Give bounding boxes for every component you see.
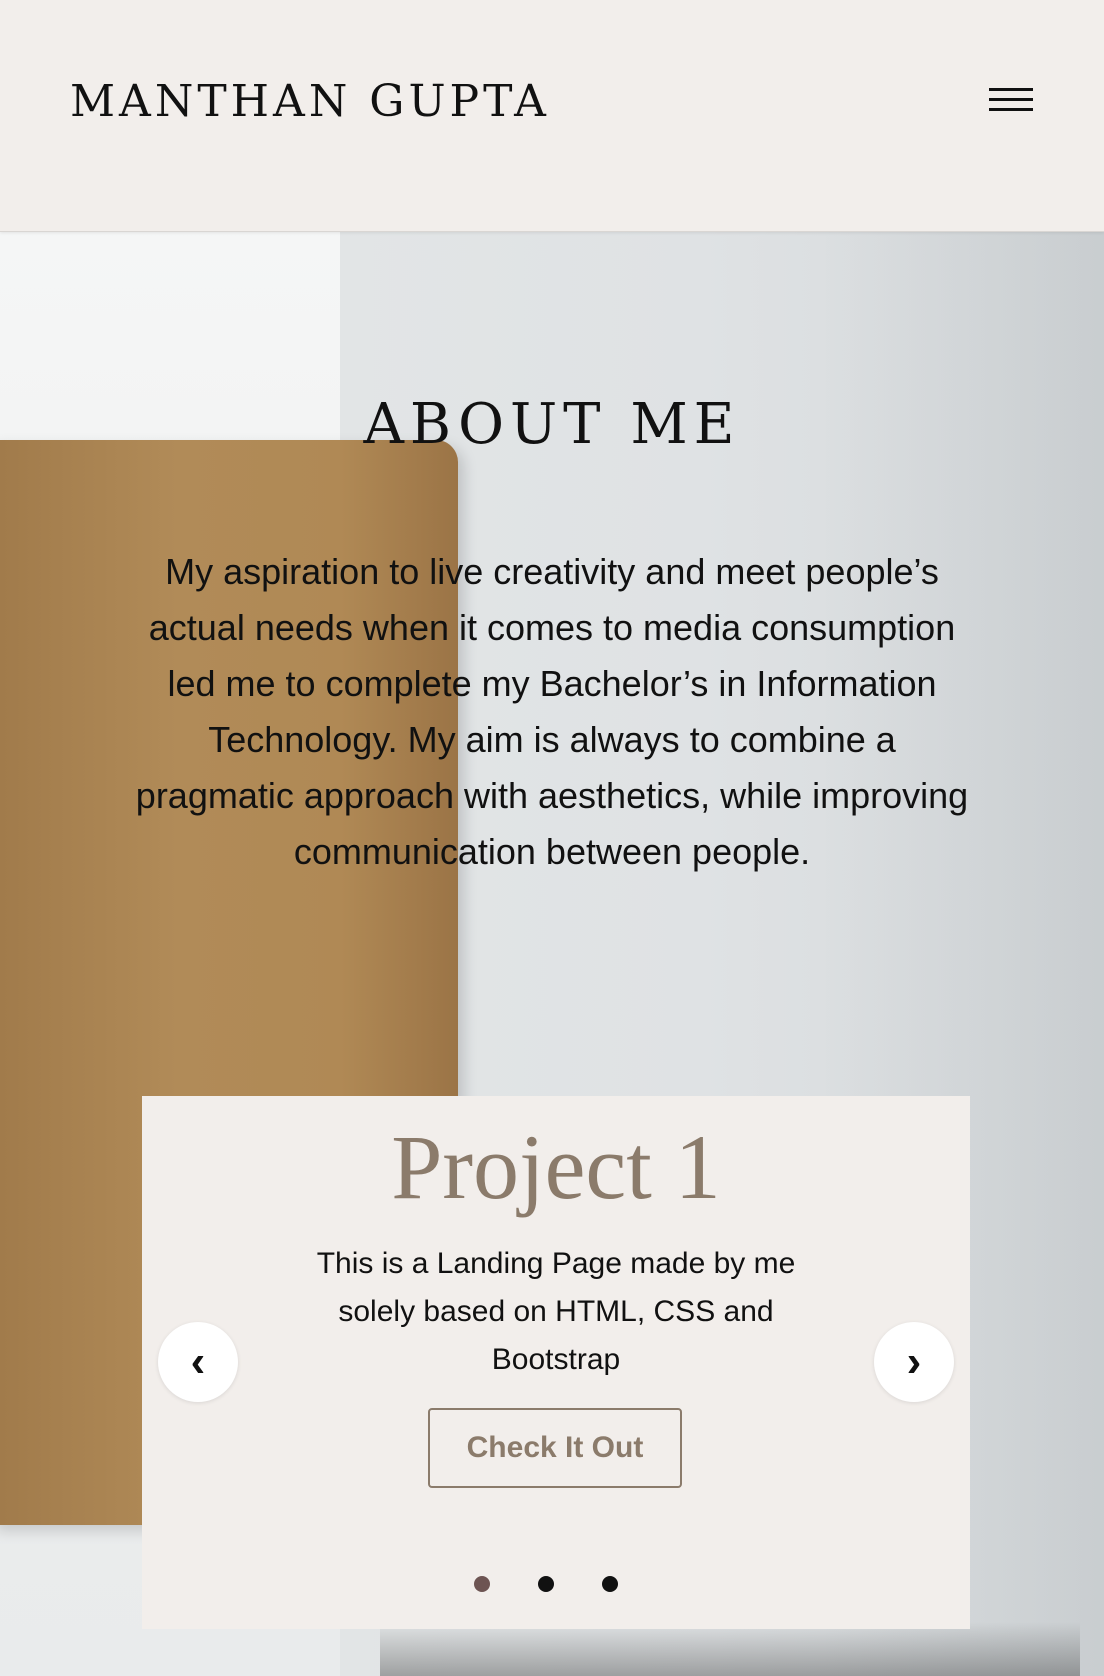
project-description: This is a Landing Page made by me solely…	[316, 1247, 796, 1376]
chevron-right-icon: ›	[906, 1337, 922, 1386]
project-title: Project 1	[391, 1116, 721, 1218]
carousel-prev-button[interactable]: ‹	[158, 1322, 238, 1402]
about-title: ABOUT ME	[363, 392, 741, 457]
hamburger-icon[interactable]	[986, 84, 1036, 116]
project-carousel: Project 1 This is a Landing Page made by…	[142, 1096, 970, 1629]
chevron-left-icon: ‹	[190, 1337, 206, 1386]
carousel-indicator-2[interactable]	[538, 1576, 554, 1592]
navbar: MANTHAN GUPTA	[0, 0, 1104, 232]
about-text: My aspiration to live creativity and mee…	[135, 551, 969, 872]
floor-shadow	[380, 1622, 1080, 1676]
check-it-out-button[interactable]: Check It Out	[428, 1408, 682, 1488]
carousel-next-button[interactable]: ›	[874, 1322, 954, 1402]
brand-logo[interactable]: MANTHAN GUPTA	[70, 76, 550, 127]
carousel-indicators	[142, 1574, 970, 1594]
carousel-indicator-3[interactable]	[602, 1576, 618, 1592]
carousel-indicator-1[interactable]	[474, 1576, 490, 1592]
